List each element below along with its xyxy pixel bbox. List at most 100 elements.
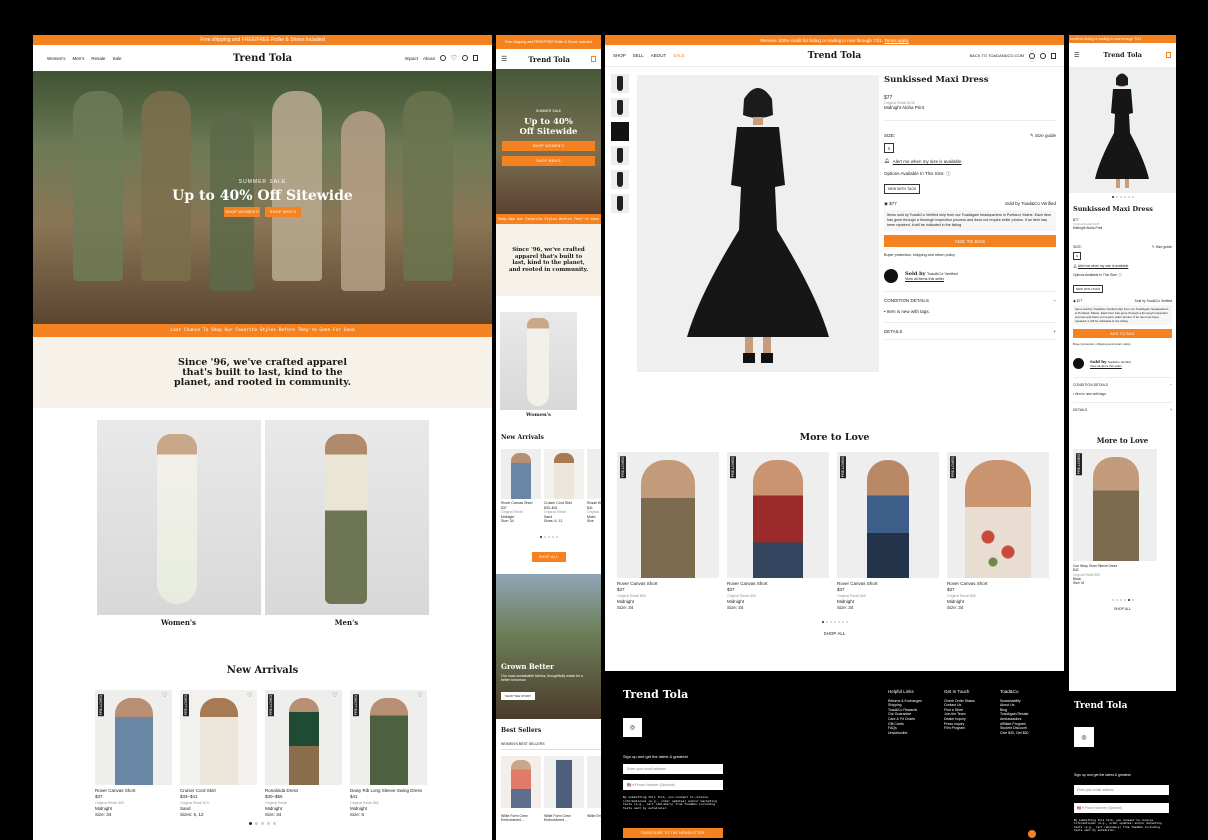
nav-men[interactable]: Men's <box>73 55 85 62</box>
phone-input[interactable]: 🇺🇸︎ ▾ Phone Number (Optional) <box>623 780 723 790</box>
nav-resale[interactable]: Resale <box>91 55 105 62</box>
product-card[interactable]: Cruiser Cord Skirt $33–$41 Original Retail… <box>544 449 584 524</box>
thumbnail[interactable] <box>611 194 629 213</box>
shop-women-button[interactable]: SHOP WOMEN'S <box>502 141 595 151</box>
thumbnail[interactable] <box>611 146 629 165</box>
nav-impact[interactable]: Impact <box>404 56 418 61</box>
condition-option[interactable]: NEW WITH TAGS <box>884 184 921 194</box>
bag-icon[interactable] <box>473 55 478 61</box>
shop-men-button[interactable]: SHOP MEN'S <box>265 207 301 217</box>
shop-all-button[interactable]: SHOP ALL <box>531 551 566 562</box>
product-card[interactable]: Willie Form Crew Embroidered ... <box>501 755 541 822</box>
email-input[interactable]: Enter your email address <box>1074 785 1169 795</box>
product-card[interactable]: PRE-LOVED Rover Canvas Short $37 Original … <box>727 452 829 611</box>
product-card[interactable]: PRE-LOVED ♡ Daisy Rib Long Sleeve Swing D… <box>350 690 427 818</box>
shop-women-button[interactable]: SHOP WOMEN'S <box>224 207 260 217</box>
category-men[interactable]: Men's <box>264 420 429 627</box>
product-card[interactable]: Rosali With$41OriginalMidniSize <box>587 449 601 524</box>
heart-icon[interactable]: ♡ <box>451 54 457 62</box>
email-input[interactable]: Enter your email address <box>623 764 723 774</box>
carousel-dots[interactable] <box>496 535 601 538</box>
product-card[interactable]: PRE-LOVED ♡ Cruiser Cord Skirt $33–$41 Or… <box>180 690 257 818</box>
size-option[interactable]: S <box>1073 252 1081 260</box>
logo[interactable]: Trend Tola <box>233 53 292 64</box>
seller-radio[interactable]: ◉ $77 <box>1073 299 1082 303</box>
carousel-dots[interactable] <box>1073 599 1172 602</box>
product-card[interactable]: PRE-LOVED Cue Wrap Short Sleeve Dress $42… <box>1073 449 1157 585</box>
nav-women[interactable]: Women's <box>47 55 66 62</box>
nav-shop[interactable]: SHOP <box>613 53 626 58</box>
carousel-dots[interactable] <box>33 822 492 825</box>
thumbnail[interactable] <box>611 122 629 141</box>
wishlist-icon[interactable]: ♡ <box>162 693 168 699</box>
condition-accordion[interactable]: CONDITION DETAILS − <box>1073 383 1172 387</box>
condition-option[interactable]: NEW WITH TAGS <box>1073 285 1104 293</box>
bag-icon[interactable] <box>590 56 596 62</box>
chat-icon[interactable] <box>1028 830 1036 838</box>
thumbnail[interactable] <box>611 74 629 93</box>
bag-icon[interactable] <box>1166 52 1171 58</box>
nav-about[interactable]: ABOUT <box>651 53 667 58</box>
condition-accordion[interactable]: CONDITION DETAILS − <box>884 298 1056 303</box>
category-women[interactable]: Women's <box>96 420 261 627</box>
info-icon[interactable]: ⓘ <box>946 171 951 176</box>
search-icon[interactable] <box>439 55 446 61</box>
product-card[interactable]: Willie Emb... <box>587 755 601 822</box>
account-icon[interactable] <box>462 55 468 61</box>
account-icon[interactable] <box>1029 52 1035 59</box>
product-card[interactable]: Rover Canvas Short Rover Canvas Short$37… <box>501 449 541 524</box>
product-card[interactable]: Willie Form Crew Embroidered ... <box>544 755 584 822</box>
back-link[interactable]: BACK TO TOADANDCO.COM <box>970 53 1024 58</box>
menu-icon[interactable]: ☰ <box>501 55 507 63</box>
alert-size-link[interactable]: Alert me when my size is available <box>1078 264 1128 268</box>
product-main-image[interactable] <box>1069 67 1176 193</box>
wishlist-icon[interactable]: ♡ <box>247 693 253 699</box>
shop-men-button[interactable]: SHOP MEN'S <box>502 156 595 166</box>
view-seller-link[interactable]: View all items this seller <box>905 277 958 281</box>
footer-logo[interactable]: Trend Tola <box>623 688 688 701</box>
size-option[interactable]: S <box>884 143 894 153</box>
terms-link[interactable]: Terms apply <box>884 38 908 43</box>
nav-sell[interactable]: SELL <box>633 53 644 58</box>
search-icon[interactable] <box>1040 52 1046 59</box>
product-main-image[interactable] <box>637 75 879 372</box>
details-accordion[interactable]: DETAILS + <box>1073 408 1172 412</box>
alert-size-link[interactable]: Alert me when my size is available <box>893 159 962 164</box>
seller-radio[interactable]: ◉ $77 <box>884 201 897 207</box>
grown-better-button[interactable]: SHOP THE STORY <box>501 691 536 700</box>
menu-icon[interactable]: ☰ <box>1074 52 1079 59</box>
add-to-bag-button[interactable]: ADD TO BAG <box>1073 329 1172 338</box>
nav-sale[interactable]: Sale <box>112 55 121 62</box>
nav-sale[interactable]: SALE <box>673 53 685 58</box>
shop-all-link[interactable]: SHOP ALL <box>1073 607 1172 611</box>
info-icon[interactable]: ⓘ <box>1118 273 1121 277</box>
product-card[interactable]: PRE-LOVED ♡ Rover Canvas Short $37 Origin… <box>95 690 172 818</box>
wishlist-icon[interactable]: ♡ <box>417 693 423 699</box>
subscribe-button[interactable]: SUBSCRIBE TO THE NEWSLETTER <box>623 828 723 838</box>
thumbnail[interactable] <box>611 98 629 117</box>
image-dots[interactable] <box>1069 196 1176 198</box>
product-card[interactable]: PRE-LOVED Rover Canvas Short $37 Original … <box>617 452 719 611</box>
add-to-bag-button[interactable]: ADD TO BAG <box>884 235 1056 247</box>
view-seller-link[interactable]: View all items this seller <box>1090 364 1131 368</box>
logo[interactable]: Trend Tola <box>808 51 861 61</box>
logo[interactable]: Trend Tola <box>1103 51 1142 59</box>
details-accordion[interactable]: DETAILS + <box>884 329 1056 334</box>
carousel-dots[interactable] <box>605 621 1064 623</box>
shop-all-link[interactable]: SHOP ALL <box>605 631 1064 636</box>
product-card[interactable]: PRE-LOVED Rover Canvas Short $37 Original … <box>947 452 1049 611</box>
product-card[interactable]: PRE-LOVED ♡ Ronalinda Dress $30–$56 Origi… <box>265 690 342 818</box>
buyer-protection-link[interactable]: Buyer protection, shipping and return po… <box>1073 342 1172 346</box>
footer-logo[interactable]: Trend Tola <box>1074 701 1127 711</box>
category-women[interactable]: Women's <box>500 312 577 418</box>
phone-input[interactable]: 🇺🇸︎ ▾ Phone Number (Optional) <box>1074 803 1169 813</box>
size-guide-link[interactable]: ✎ Size guide <box>1030 133 1056 139</box>
size-guide-link[interactable]: ✎ Size guide <box>1152 245 1172 249</box>
bag-icon[interactable] <box>1051 52 1056 59</box>
thumbnail[interactable] <box>611 170 629 189</box>
logo[interactable]: Trend Tola <box>528 55 570 64</box>
buyer-protection-link[interactable]: Buyer protection, shipping and return po… <box>884 253 1056 257</box>
product-card[interactable]: PRE-LOVED Rover Canvas Short $37 Original … <box>837 452 939 611</box>
wishlist-icon[interactable]: ♡ <box>332 693 338 699</box>
nav-about[interactable]: About <box>423 56 435 61</box>
